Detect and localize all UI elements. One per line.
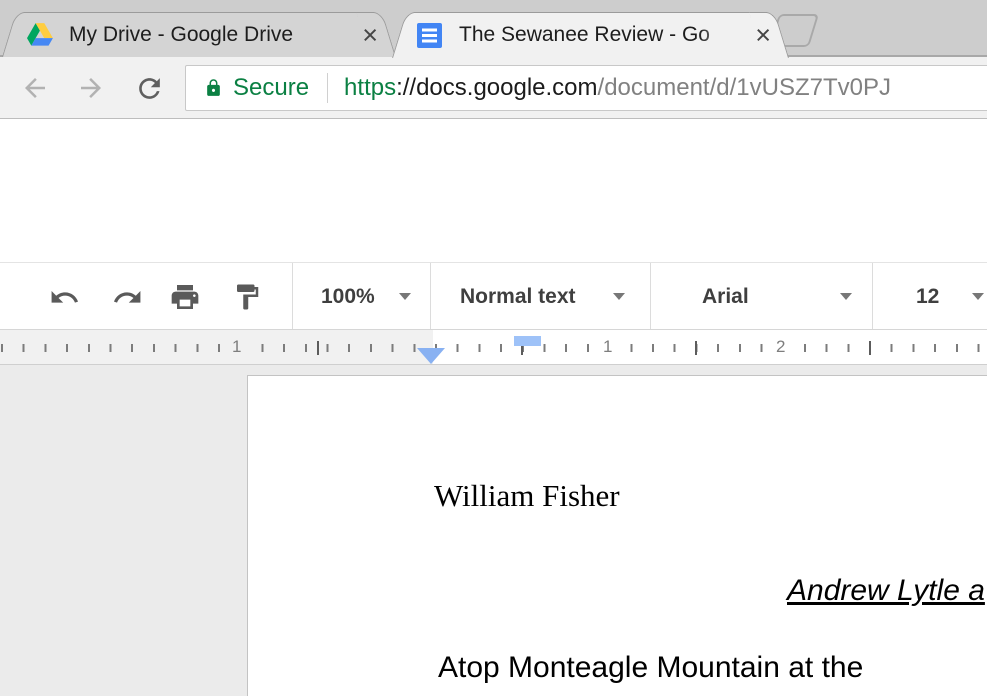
zoom-select[interactable]: 100% bbox=[321, 263, 375, 330]
paint-format-icon bbox=[237, 284, 259, 310]
chevron-down-icon bbox=[972, 293, 984, 300]
ruler: 1 1 2 bbox=[0, 329, 987, 365]
ruler-number: 2 bbox=[772, 336, 790, 358]
tab-close-icon[interactable]: × bbox=[755, 22, 771, 49]
font-size-select[interactable]: 12 bbox=[916, 263, 939, 330]
doc-author-line: William Fisher bbox=[434, 478, 620, 513]
chevron-down-icon bbox=[399, 293, 411, 300]
print-icon bbox=[171, 285, 199, 309]
left-indent-marker[interactable] bbox=[417, 348, 445, 364]
tab-close-icon[interactable]: × bbox=[362, 21, 378, 48]
toolbar-divider bbox=[292, 263, 293, 330]
docs-toolbar: 100% Normal text Arial 12 bbox=[0, 262, 987, 330]
forward-button[interactable] bbox=[74, 71, 108, 105]
tab-title: The Sewanee Review - Go bbox=[459, 23, 710, 46]
tab-my-drive[interactable]: My Drive - Google Drive × bbox=[2, 12, 396, 57]
undo-button[interactable] bbox=[47, 280, 81, 314]
reload-button[interactable] bbox=[132, 71, 166, 105]
lock-icon bbox=[207, 79, 220, 96]
zoom-value: 100% bbox=[321, 284, 375, 308]
redo-icon bbox=[113, 290, 140, 303]
ruler-number: 1 bbox=[599, 336, 617, 358]
paragraph-style-select[interactable]: Normal text bbox=[460, 263, 576, 330]
google-drive-icon bbox=[26, 21, 53, 48]
security-label: Secure bbox=[233, 74, 310, 101]
ruler-tick bbox=[869, 341, 871, 355]
ruler-tick bbox=[695, 341, 697, 355]
doc-heading-line: Andrew Lytle a bbox=[787, 574, 985, 607]
ruler-number: 1 bbox=[228, 336, 246, 358]
font-size-value: 12 bbox=[916, 284, 940, 308]
tab-strip: My Drive - Google Drive × The Sewanee Re… bbox=[0, 0, 987, 58]
tab-sewanee-review[interactable]: The Sewanee Review - Go × bbox=[392, 12, 789, 58]
tab-title: My Drive - Google Drive bbox=[69, 22, 294, 46]
paint-format-button[interactable] bbox=[230, 280, 264, 314]
ruler-tick bbox=[317, 341, 319, 355]
google-docs-icon bbox=[416, 22, 443, 49]
undo-icon bbox=[51, 290, 78, 303]
url-divider bbox=[327, 73, 329, 103]
url-text: https://docs.google.com/document/d/1vUSZ… bbox=[344, 74, 891, 101]
font-select[interactable]: Arial bbox=[702, 263, 749, 330]
browser-toolbar: Secure https://docs.google.com/document/… bbox=[0, 57, 987, 119]
document-page[interactable]: William Fisher Andrew Lytle a Atop Monte… bbox=[247, 375, 987, 696]
document-canvas: William Fisher Andrew Lytle a Atop Monte… bbox=[0, 365, 987, 696]
address-bar[interactable]: Secure https://docs.google.com/document/… bbox=[185, 65, 987, 111]
toolbar-divider bbox=[650, 263, 651, 330]
chevron-down-icon bbox=[840, 293, 852, 300]
redo-button[interactable] bbox=[110, 280, 144, 314]
first-line-indent-marker[interactable] bbox=[514, 336, 541, 346]
chevron-down-icon bbox=[613, 293, 625, 300]
site-security-chip[interactable]: Secure bbox=[204, 74, 309, 102]
font-value: Arial bbox=[702, 284, 749, 308]
toolbar-divider bbox=[872, 263, 873, 330]
doc-body-line: Atop Monteagle Mountain at the bbox=[438, 651, 864, 684]
paragraph-style-value: Normal text bbox=[460, 284, 576, 308]
back-button[interactable] bbox=[18, 71, 52, 105]
print-button[interactable] bbox=[168, 280, 202, 314]
docs-header: The Sewanee Review File Edit View Insert… bbox=[0, 119, 987, 352]
toolbar-divider bbox=[430, 263, 431, 330]
ruler-ticks bbox=[0, 344, 987, 352]
